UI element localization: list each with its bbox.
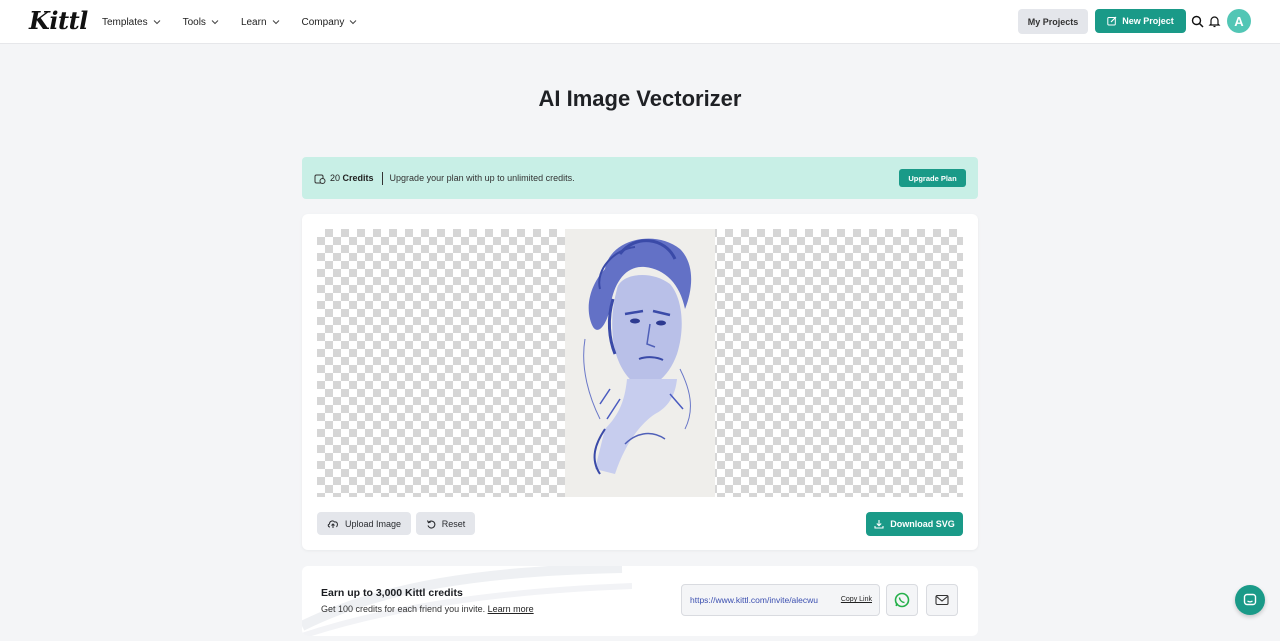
upload-image-button[interactable]: Upload Image (317, 512, 411, 535)
reset-icon (426, 519, 436, 529)
referral-card: Earn up to 3,000 Kittl credits Get 100 c… (302, 566, 978, 636)
credits-count-value: 20 (330, 173, 341, 183)
credits-message: Upgrade your plan with up to unlimited c… (389, 173, 575, 183)
nav-templates[interactable]: Templates (102, 17, 161, 28)
search-icon[interactable] (1191, 15, 1204, 28)
coins-icon (314, 172, 326, 184)
cloud-upload-icon (327, 519, 338, 528)
page-title: AI Image Vectorizer (538, 86, 742, 111)
new-project-button[interactable]: New Project (1095, 9, 1186, 33)
learn-more-link[interactable]: Learn more (488, 604, 534, 614)
top-header: Kittl Templates Tools Learn Company My P… (0, 0, 1280, 44)
edit-icon (1107, 16, 1117, 26)
mail-icon (935, 594, 949, 606)
credits-unit: Credits (342, 173, 374, 183)
download-svg-button[interactable]: Download SVG (866, 512, 963, 536)
referral-subtitle-text: Get 100 credits for each friend you invi… (321, 604, 486, 614)
new-project-label: New Project (1122, 16, 1174, 26)
whatsapp-icon (894, 592, 910, 608)
download-svg-label: Download SVG (890, 519, 955, 529)
main-nav: Templates Tools Learn Company (102, 0, 379, 44)
nav-tools[interactable]: Tools (183, 17, 219, 28)
credits-count: 20 Credits (330, 173, 374, 183)
transparent-canvas (317, 229, 963, 497)
download-icon (874, 520, 884, 529)
editor-card: Upload Image Reset Download SVG (302, 214, 978, 550)
email-share-button[interactable] (926, 584, 958, 616)
referral-subtitle: Get 100 credits for each friend you invi… (321, 604, 534, 614)
reset-label: Reset (441, 518, 466, 529)
whatsapp-share-button[interactable] (886, 584, 918, 616)
kittl-logo[interactable]: Kittl (29, 6, 88, 35)
decorative-swoosh (302, 566, 632, 636)
my-projects-button[interactable]: My Projects (1018, 9, 1088, 34)
referral-title: Earn up to 3,000 Kittl credits (321, 587, 463, 599)
divider (381, 171, 383, 185)
chat-icon (1243, 593, 1257, 606)
chevron-down-icon (272, 18, 280, 26)
credits-banner: 20 Credits Upgrade your plan with up to … (302, 157, 978, 199)
chat-support-button[interactable] (1235, 585, 1265, 615)
invite-url: https://www.kittl.com/invite/alecwu (690, 595, 819, 605)
nav-templates-label: Templates (102, 16, 148, 28)
user-avatar[interactable]: A (1227, 9, 1251, 33)
reset-button[interactable]: Reset (416, 512, 475, 535)
copy-link-button[interactable]: Copy Link (841, 596, 872, 603)
nav-tools-label: Tools (182, 16, 206, 28)
nav-learn[interactable]: Learn (241, 17, 280, 28)
nav-company-label: Company (301, 16, 345, 28)
vectorized-portrait-image (565, 229, 715, 497)
chevron-down-icon (349, 18, 357, 26)
chevron-down-icon (153, 18, 161, 26)
nav-learn-label: Learn (240, 16, 267, 28)
upgrade-plan-button[interactable]: Upgrade Plan (899, 169, 966, 187)
chevron-down-icon (211, 18, 219, 26)
nav-company[interactable]: Company (302, 17, 358, 28)
bell-icon[interactable] (1208, 15, 1221, 28)
invite-link-box[interactable]: https://www.kittl.com/invite/alecwu Copy… (681, 584, 880, 616)
upload-image-label: Upload Image (344, 518, 402, 529)
